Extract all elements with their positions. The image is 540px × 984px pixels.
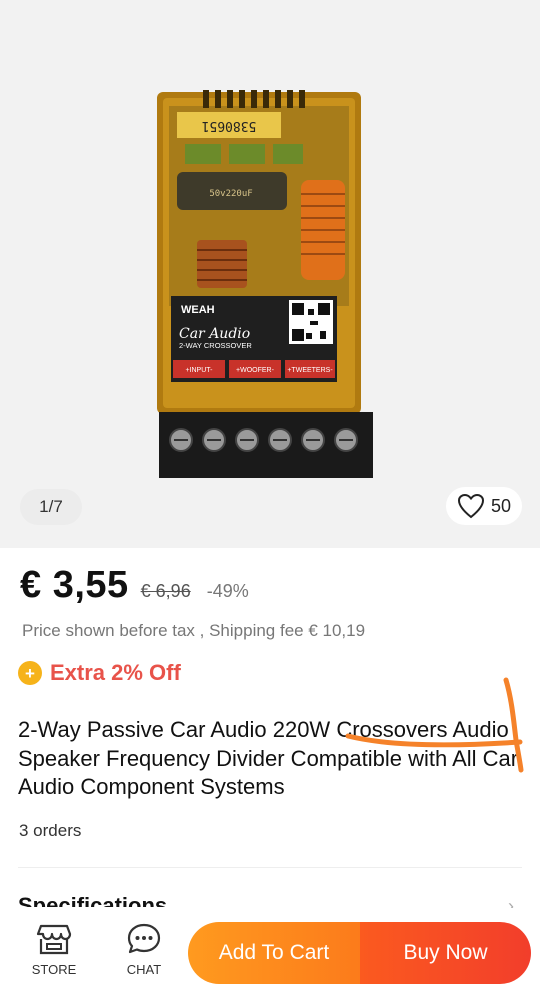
image-capacitor-label: 50v220uF <box>209 189 252 199</box>
product-image[interactable]: 5380651 50v220uF WEAH Car Audio 2-WAY CR… <box>155 90 373 480</box>
divider <box>18 867 522 868</box>
buy-now-button[interactable]: Buy Now <box>360 922 531 984</box>
store-icon <box>36 924 72 955</box>
image-terminal-input: +INPUT- <box>185 367 213 374</box>
current-price: € 3,55 <box>20 564 129 606</box>
specifications-row[interactable]: Specifications <box>18 893 167 907</box>
chat-button[interactable]: CHAT <box>114 922 174 977</box>
image-brand: WEAH <box>181 304 215 316</box>
add-to-cart-button[interactable]: Add To Cart <box>188 922 360 984</box>
image-terminal-tweeters: +TWEETERS- <box>287 367 333 374</box>
chevron-right-icon: › <box>508 896 514 908</box>
wishlist-button[interactable]: 50 <box>446 487 522 525</box>
extra-off-promo[interactable]: + Extra 2% Off <box>18 660 181 686</box>
chat-label: CHAT <box>126 962 162 977</box>
image-product-name: Car Audio <box>179 326 250 342</box>
tax-shipping-note: Price shown before tax , Shipping fee € … <box>22 621 366 640</box>
product-title: 2-Way Passive Car Audio 220W Crossovers … <box>18 717 519 799</box>
store-label: STORE <box>31 962 77 977</box>
discount-badge: -49% <box>206 581 249 601</box>
plus-coin-icon: + <box>18 661 42 685</box>
orders-count: 3 orders <box>19 821 82 840</box>
image-counter: 1/7 <box>20 489 82 525</box>
chat-icon <box>127 923 161 954</box>
image-terminal-woofer: +WOOFER- <box>236 367 275 374</box>
product-gallery[interactable]: 5380651 50v220uF WEAH Car Audio 2-WAY CR… <box>0 0 540 548</box>
price-row: € 3,55 € 6,96 -49% <box>20 564 249 607</box>
heart-icon <box>457 493 484 519</box>
wishlist-count: 50 <box>490 495 512 516</box>
extra-off-label: Extra 2% Off <box>50 660 181 685</box>
bottom-action-bar: STORE CHAT Add To Cart Buy Now <box>0 908 540 984</box>
store-button[interactable]: STORE <box>24 922 84 977</box>
original-price: € 6,96 <box>140 581 191 601</box>
image-product-type: 2-WAY CROSSOVER <box>179 341 252 350</box>
image-serial: 5380651 <box>202 118 257 133</box>
